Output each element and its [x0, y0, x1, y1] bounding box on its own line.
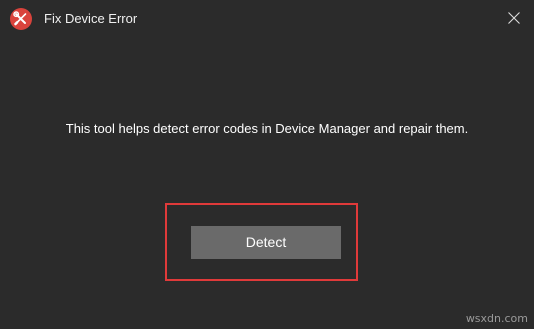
close-button[interactable]: [502, 6, 526, 30]
description-text: This tool helps detect error codes in De…: [65, 121, 469, 136]
tools-icon: [10, 8, 32, 30]
dialog-window: Fix Device Error This tool helps detect …: [0, 0, 534, 329]
watermark: wsxdn.com: [465, 312, 528, 325]
title-bar[interactable]: Fix Device Error: [0, 0, 534, 38]
close-icon: [508, 12, 520, 24]
detect-button[interactable]: Detect: [191, 226, 341, 259]
window-title: Fix Device Error: [44, 11, 138, 26]
